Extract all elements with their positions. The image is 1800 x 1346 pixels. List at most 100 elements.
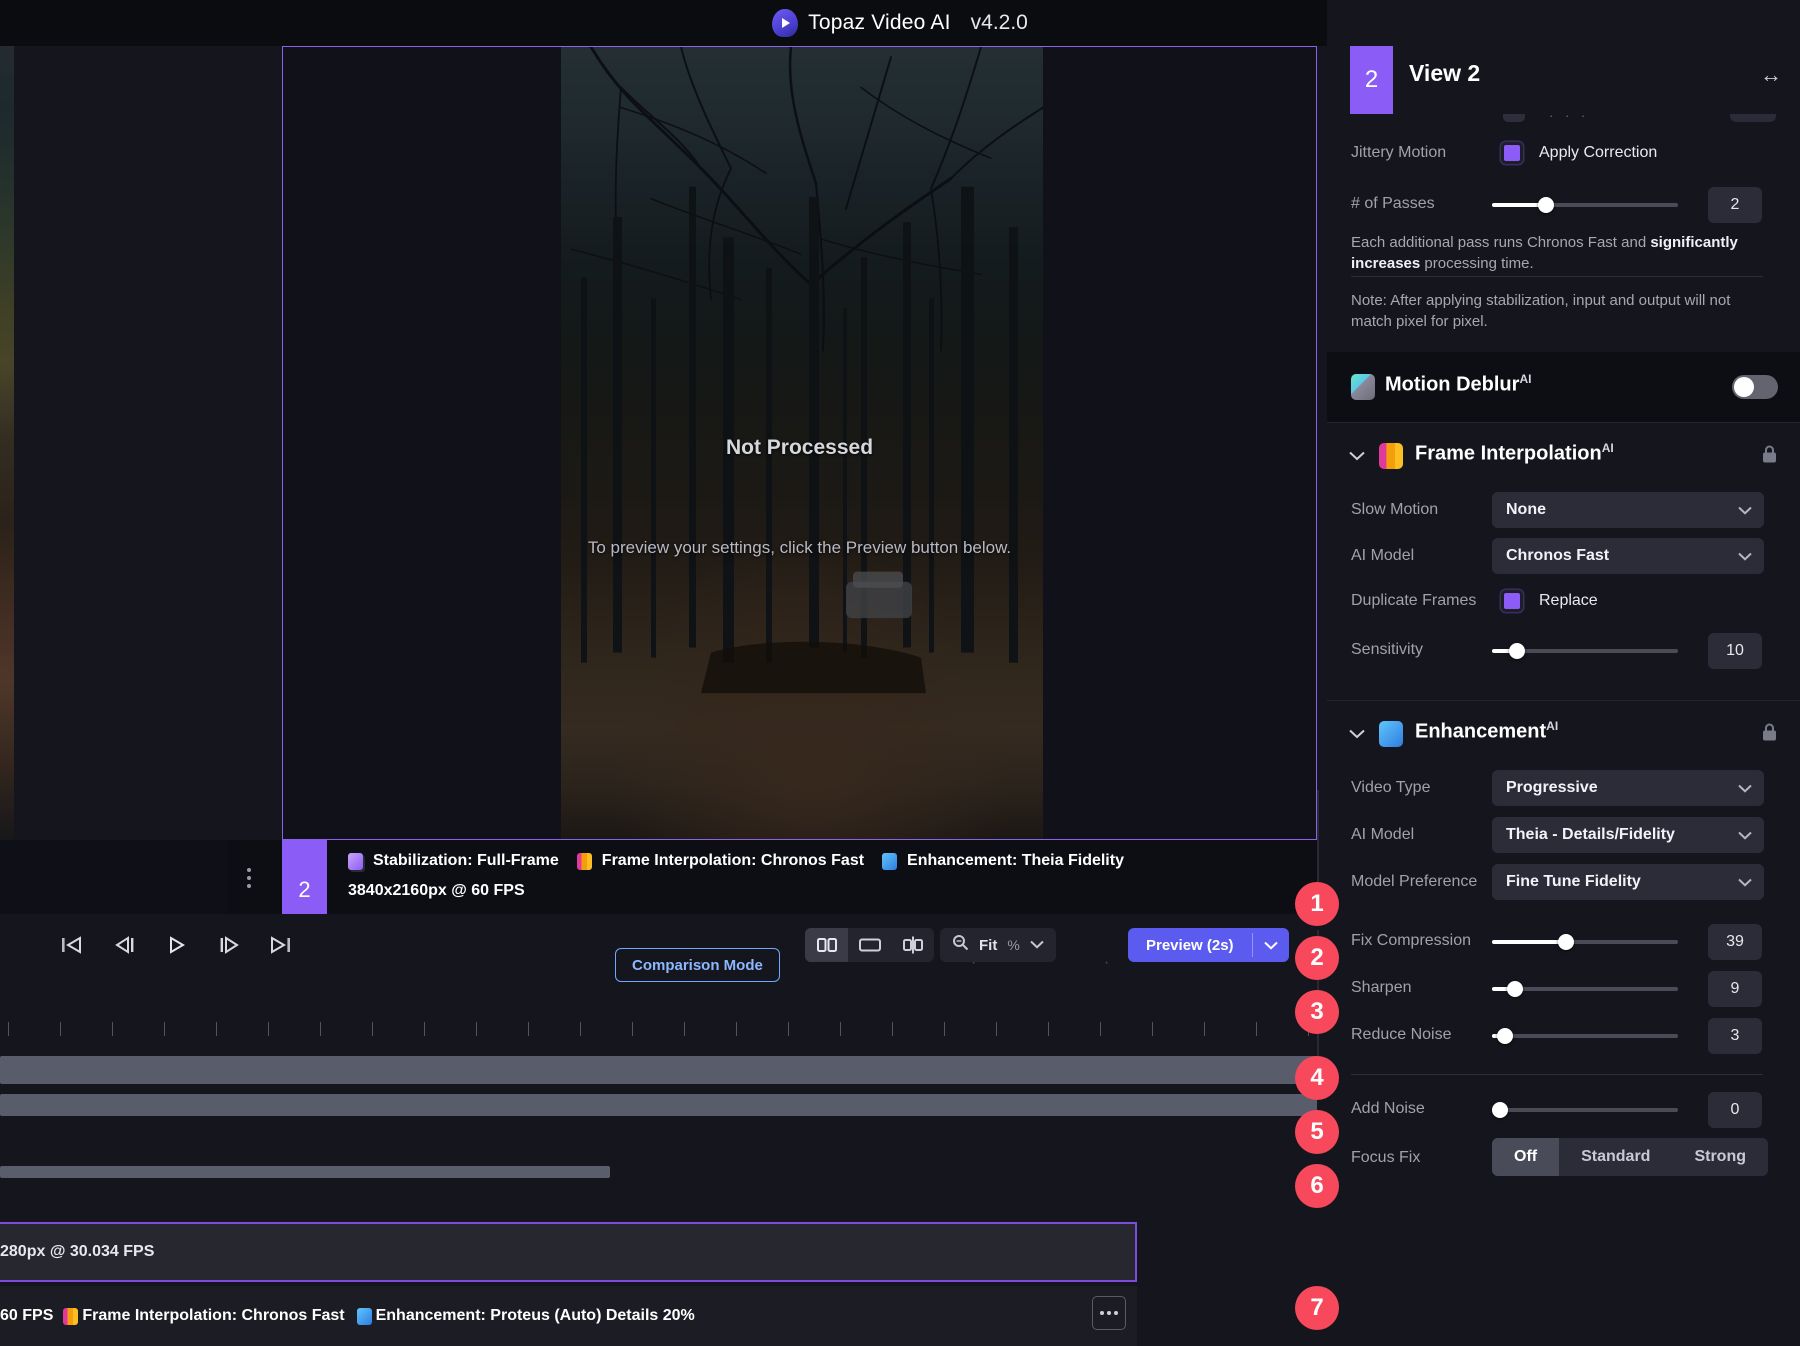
- passes-slider[interactable]: [1492, 194, 1678, 216]
- sharpen-value[interactable]: 9: [1708, 971, 1762, 1007]
- slow-motion-value: None: [1506, 501, 1546, 519]
- enhancement-section-header[interactable]: EnhancementAI: [1327, 700, 1800, 770]
- enh-ai-model-dropdown[interactable]: Theia - Details/Fidelity: [1492, 817, 1764, 853]
- more-vertical-icon[interactable]: [247, 868, 253, 888]
- step-forward-icon[interactable]: [212, 930, 246, 960]
- preview-button[interactable]: Preview (2s): [1128, 937, 1252, 954]
- skip-to-start-icon[interactable]: [54, 930, 88, 960]
- fix-compression-label: Fix Compression: [1351, 932, 1471, 950]
- app-name: Topaz Video AI: [808, 11, 951, 35]
- frame-interpolation-chevron-down-icon[interactable]: [1349, 446, 1365, 466]
- add-noise-slider[interactable]: [1492, 1099, 1678, 1121]
- annotation-badge-2: 2: [1295, 936, 1339, 980]
- duplicate-frames-row: Duplicate Frames Replace: [1327, 586, 1800, 618]
- preview-options-chevron-down-icon[interactable]: [1253, 941, 1289, 950]
- lock-icon[interactable]: [1761, 722, 1778, 747]
- ellipsis-icon[interactable]: [1092, 1296, 1126, 1330]
- enhancement-icon: [882, 853, 897, 870]
- settings-panel-scroll[interactable]: · · · Jittery Motion Apply Correction # …: [1327, 114, 1800, 1346]
- clipped-row-checkbox[interactable]: [1503, 114, 1525, 122]
- motion-deblur-icon: [1351, 374, 1375, 400]
- fix-compression-slider[interactable]: [1492, 931, 1678, 953]
- model-preference-value: Fine Tune Fidelity: [1506, 873, 1641, 891]
- horizontal-resize-icon[interactable]: ↔: [1760, 62, 1782, 88]
- stabilization-note: Note: After applying stabilization, inpu…: [1351, 290, 1763, 333]
- separator-dot-1: ·: [699, 954, 704, 972]
- motion-deblur-title: Motion DeblurAI: [1385, 372, 1531, 397]
- frame-interpolation-superscript: AI: [1602, 441, 1614, 455]
- fi-ai-model-value: Chronos Fast: [1506, 547, 1609, 565]
- preview-status-block: Not Processed: [283, 47, 1316, 839]
- model-preference-dropdown[interactable]: Fine Tune Fidelity: [1492, 864, 1764, 900]
- chevron-down-icon[interactable]: [1030, 936, 1044, 954]
- sensitivity-slider-knob[interactable]: [1509, 643, 1525, 659]
- chevron-down-icon: [1738, 874, 1752, 890]
- fix-compression-slider-knob[interactable]: [1558, 934, 1574, 950]
- enhancement-chevron-down-icon[interactable]: [1349, 724, 1365, 744]
- panel-view-badge[interactable]: 2: [1350, 46, 1393, 114]
- zoom-control-group[interactable]: Fit %: [940, 928, 1056, 962]
- jittery-motion-row: Jittery Motion Apply Correction: [1327, 138, 1800, 170]
- fix-compression-value[interactable]: 39: [1708, 924, 1762, 960]
- apply-correction-checkbox[interactable]: [1501, 142, 1523, 164]
- info-bar-text: Stabilization: Full-Frame Frame Interpol…: [348, 852, 1136, 900]
- replace-checkbox[interactable]: [1501, 590, 1523, 612]
- preview-status-title: Not Processed: [726, 436, 873, 460]
- skip-to-end-icon[interactable]: [264, 930, 298, 960]
- preview-canvas[interactable]: Not Processed To preview your settings, …: [282, 46, 1317, 840]
- reduce-noise-value[interactable]: 3: [1708, 1018, 1762, 1054]
- sharpen-slider-knob[interactable]: [1507, 981, 1523, 997]
- jittery-motion-label: Jittery Motion: [1351, 144, 1446, 162]
- timeline-track-input[interactable]: [0, 1056, 1317, 1084]
- reduce-noise-slider-knob[interactable]: [1497, 1028, 1513, 1044]
- add-noise-value[interactable]: 0: [1708, 1092, 1762, 1128]
- single-view-icon[interactable]: [848, 928, 891, 962]
- lock-icon[interactable]: [1761, 444, 1778, 469]
- reduce-noise-slider[interactable]: [1492, 1025, 1678, 1047]
- model-preference-row: Model Preference Fine Tune Fidelity: [1327, 864, 1800, 902]
- timeline-progress-bar[interactable]: [0, 1166, 610, 1178]
- focus-fix-option-standard[interactable]: Standard: [1559, 1138, 1672, 1176]
- panel-view-title: View 2: [1409, 60, 1480, 87]
- play-icon[interactable]: [160, 930, 194, 960]
- split-view-icon[interactable]: [891, 928, 934, 962]
- enhancement-title: EnhancementAI: [1415, 719, 1558, 744]
- chevron-down-icon: [1738, 780, 1752, 796]
- chevron-down-icon: [1738, 548, 1752, 564]
- motion-deblur-toggle[interactable]: [1732, 375, 1778, 399]
- annotation-badge-4: 4: [1295, 1056, 1339, 1100]
- focus-fix-option-strong[interactable]: Strong: [1672, 1138, 1768, 1176]
- zoom-unit-label: %: [1007, 937, 1019, 953]
- side-by-side-icon[interactable]: [805, 928, 848, 962]
- sharpen-slider[interactable]: [1492, 978, 1678, 1000]
- step-back-icon[interactable]: [108, 930, 142, 960]
- focus-fix-option-off[interactable]: Off: [1492, 1138, 1559, 1176]
- status-chip-frame-interpolation: Frame Interpolation: Chronos Fast: [82, 1307, 344, 1325]
- apply-correction-label: Apply Correction: [1539, 144, 1657, 162]
- add-noise-slider-knob[interactable]: [1492, 1102, 1508, 1118]
- settings-panel-header: [1327, 46, 1800, 114]
- comparison-mode-button[interactable]: Comparison Mode: [615, 948, 780, 982]
- sensitivity-value[interactable]: 10: [1708, 633, 1762, 669]
- slow-motion-dropdown[interactable]: None: [1492, 492, 1764, 528]
- stabilization-icon: [348, 853, 363, 870]
- enhancement-icon: [1379, 721, 1403, 747]
- timeline-track-output[interactable]: [0, 1094, 1317, 1116]
- focus-fix-segmented-control[interactable]: Off Standard Strong: [1492, 1138, 1768, 1176]
- topaz-logo-icon: [772, 9, 798, 37]
- passes-slider-knob[interactable]: [1538, 197, 1554, 213]
- clipped-setting-row: · · ·: [1327, 114, 1800, 136]
- status-fps: 60 FPS: [0, 1307, 53, 1325]
- timeline-ruler: [0, 1022, 1317, 1040]
- sensitivity-slider[interactable]: [1492, 640, 1678, 662]
- passes-value[interactable]: 2: [1708, 187, 1762, 223]
- frame-interpolation-section-header[interactable]: Frame InterpolationAI: [1327, 422, 1800, 492]
- view-mode-group[interactable]: [805, 928, 934, 962]
- timeline[interactable]: [0, 1002, 1317, 1222]
- motion-deblur-section[interactable]: Motion DeblurAI: [1327, 352, 1800, 422]
- video-type-dropdown[interactable]: Progressive: [1492, 770, 1764, 806]
- clipped-row-pill[interactable]: [1730, 114, 1776, 122]
- fi-ai-model-dropdown[interactable]: Chronos Fast: [1492, 538, 1764, 574]
- preview-button-group[interactable]: Preview (2s): [1128, 928, 1289, 962]
- passes-help-post: processing time.: [1420, 255, 1533, 272]
